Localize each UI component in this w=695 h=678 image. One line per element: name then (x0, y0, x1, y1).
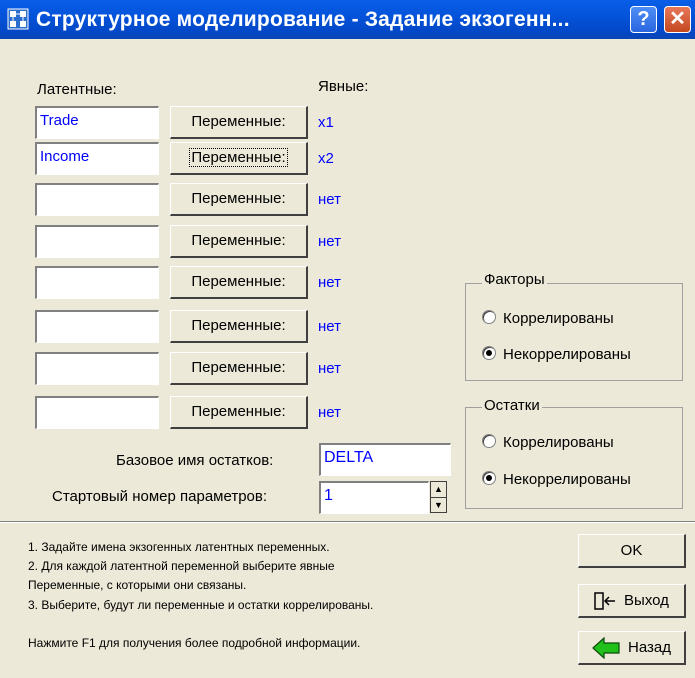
manifest-value-8: нет (318, 404, 341, 421)
factors-correlated-label: Коррелированы (503, 310, 614, 327)
variables-button-7[interactable]: Переменные: (170, 352, 308, 385)
manifest-value-3: нет (318, 191, 341, 208)
latent-input-1[interactable]: Trade (35, 106, 159, 139)
latent-input-3[interactable] (35, 183, 159, 216)
back-arrow-icon (592, 636, 620, 659)
ok-label: OK (620, 542, 643, 559)
radio-unchecked[interactable] (482, 310, 496, 324)
back-label: Назад (628, 639, 671, 656)
latent-input-2[interactable]: Income (35, 142, 159, 175)
variables-button-3[interactable]: Переменные: (170, 183, 308, 216)
help-line-1: 1. Задайте имена экзогенных латентных пе… (28, 540, 330, 554)
radio-checked[interactable] (482, 471, 496, 485)
residuals-correlated-label: Коррелированы (503, 434, 614, 451)
radio-checked[interactable] (482, 346, 496, 360)
latent-header: Латентные: (37, 81, 117, 98)
variables-button-6[interactable]: Переменные: (170, 310, 308, 343)
manifest-value-5: нет (318, 274, 341, 291)
variables-button-label: Переменные: (189, 148, 288, 167)
start-number-spinner[interactable]: ▲ ▼ (430, 481, 447, 513)
manifest-value-4: нет (318, 233, 341, 250)
variables-button-label: Переменные: (191, 190, 286, 207)
manifest-value-6: нет (318, 318, 341, 335)
factors-uncorrelated-option[interactable]: Некоррелированы (482, 346, 631, 363)
radio-unchecked[interactable] (482, 434, 496, 448)
base-name-label: Базовое имя остатков: (116, 452, 274, 469)
residuals-uncorrelated-option[interactable]: Некоррелированы (482, 471, 631, 488)
exit-door-icon (594, 591, 616, 610)
variables-button-1[interactable]: Переменные: (170, 106, 308, 139)
exit-button[interactable]: Выход (578, 584, 686, 618)
residuals-uncorrelated-label: Некоррелированы (503, 471, 631, 488)
latent-input-8[interactable] (35, 396, 159, 429)
latent-input-7[interactable] (35, 352, 159, 385)
help-line-2: 2. Для каждой латентной переменной выбер… (28, 559, 335, 573)
manifest-value-7: нет (318, 360, 341, 377)
variables-button-label: Переменные: (191, 359, 286, 376)
factors-group (465, 283, 683, 381)
variables-button-4[interactable]: Переменные: (170, 225, 308, 258)
variables-button-label: Переменные: (191, 273, 286, 290)
back-button[interactable]: Назад (578, 631, 686, 665)
spin-up-arrow-icon[interactable]: ▲ (431, 482, 446, 498)
base-name-input[interactable]: DELTA (319, 443, 451, 476)
variables-button-label: Переменные: (191, 403, 286, 420)
help-button[interactable]: ? (630, 6, 657, 33)
factors-group-title: Факторы (482, 271, 547, 288)
manifest-value-2: x2 (318, 150, 334, 167)
variables-button-5[interactable]: Переменные: (170, 266, 308, 299)
help-line-3: Переменные, с которыми они связаны. (28, 578, 247, 592)
manifest-header: Явные: (318, 78, 369, 95)
title-bar[interactable]: Структурное моделирование - Задание экзо… (0, 0, 695, 39)
app-icon (7, 8, 29, 30)
residuals-group-title: Остатки (482, 397, 542, 414)
help-line-4: 3. Выберите, будут ли переменные и остат… (28, 598, 374, 612)
start-number-input[interactable]: 1 (319, 481, 429, 514)
close-button[interactable]: ✕ (664, 6, 691, 33)
variables-button-label: Переменные: (191, 113, 286, 130)
latent-input-5[interactable] (35, 266, 159, 299)
help-line-5: Нажмите F1 для получения более подробной… (28, 636, 361, 650)
variables-button-label: Переменные: (191, 232, 286, 249)
latent-input-6[interactable] (35, 310, 159, 343)
ok-button[interactable]: OK (578, 534, 686, 568)
spin-down-arrow-icon[interactable]: ▼ (431, 498, 446, 513)
variables-button-2[interactable]: Переменные: (170, 142, 308, 175)
factors-uncorrelated-label: Некоррелированы (503, 346, 631, 363)
start-number-label: Стартовый номер параметров: (52, 488, 268, 505)
exit-label: Выход (624, 592, 669, 609)
variables-button-8[interactable]: Переменные: (170, 396, 308, 429)
variables-button-label: Переменные: (191, 317, 286, 334)
window-title: Структурное моделирование - Задание экзо… (36, 8, 570, 31)
dialog-window: Структурное моделирование - Задание экзо… (0, 0, 695, 678)
separator (0, 521, 695, 523)
residuals-group (465, 407, 683, 509)
manifest-value-1: x1 (318, 114, 334, 131)
factors-correlated-option[interactable]: Коррелированы (482, 310, 614, 327)
latent-input-4[interactable] (35, 225, 159, 258)
residuals-correlated-option[interactable]: Коррелированы (482, 434, 614, 451)
